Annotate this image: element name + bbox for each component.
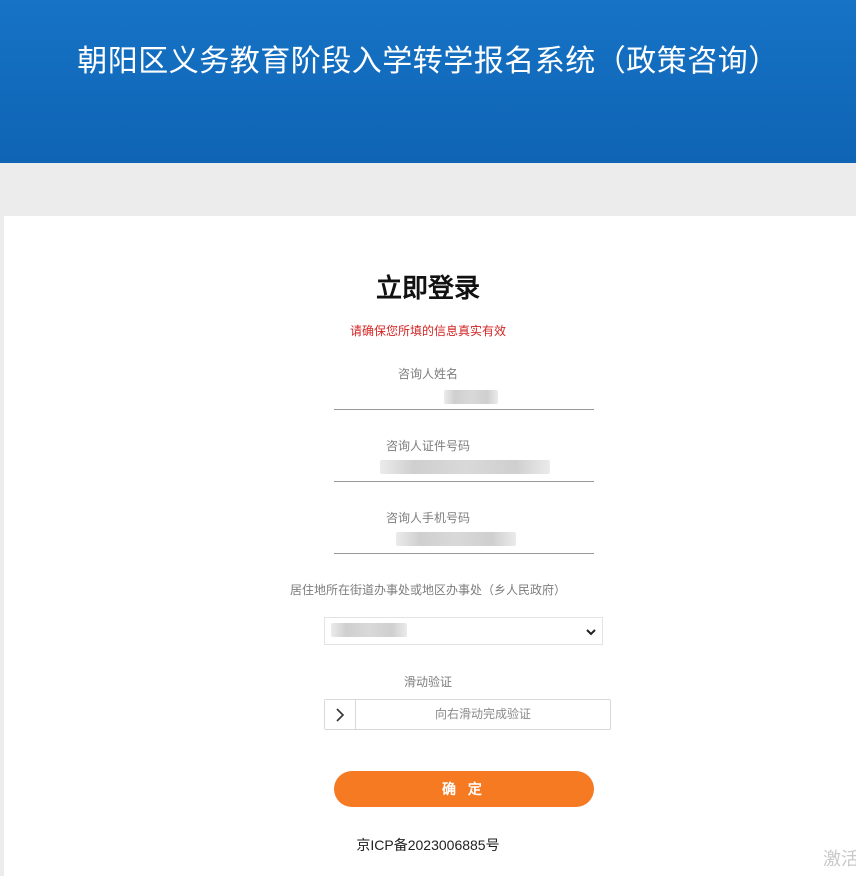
id-underline	[334, 481, 594, 482]
id-label: 咨询人证件号码	[385, 439, 470, 453]
district-label: 居住地所在街道办事处或地区办事处（乡人民政府）	[289, 583, 566, 597]
district-select[interactable]	[324, 617, 603, 645]
phone-value-redacted	[396, 532, 516, 546]
slider-hint: 向右滑动完成验证	[434, 707, 531, 721]
header-spacer	[0, 163, 856, 216]
slider-verification: 向右滑动完成验证	[324, 699, 611, 730]
slider-label: 滑动验证	[403, 675, 452, 689]
phone-label: 咨询人手机号码	[385, 511, 470, 525]
system-title: 朝阳区义务教育阶段入学转学报名系统（政策咨询）	[77, 45, 779, 78]
slider-handle[interactable]	[325, 700, 356, 729]
icp-record[interactable]: 京ICP备2023006885号	[0, 835, 856, 855]
activation-watermark: 激活	[823, 849, 856, 869]
district-value-redacted	[331, 623, 407, 637]
name-value-redacted	[444, 390, 498, 404]
confirm-button[interactable]: 确 定	[334, 771, 594, 807]
info-notice: 请确保您所填的信息真实有效	[349, 324, 506, 338]
name-input[interactable]	[334, 386, 594, 410]
page-header: 朝阳区义务教育阶段入学转学报名系统（政策咨询）	[0, 0, 856, 163]
login-title: 立即登录	[375, 273, 480, 303]
id-number-input[interactable]	[334, 457, 594, 481]
chevron-down-icon	[586, 629, 596, 636]
name-underline	[334, 409, 594, 410]
id-value-redacted	[380, 460, 550, 474]
chevron-right-icon	[336, 707, 345, 722]
phone-input[interactable]	[334, 529, 594, 553]
name-label: 咨询人姓名	[397, 367, 458, 381]
phone-underline	[334, 553, 594, 554]
